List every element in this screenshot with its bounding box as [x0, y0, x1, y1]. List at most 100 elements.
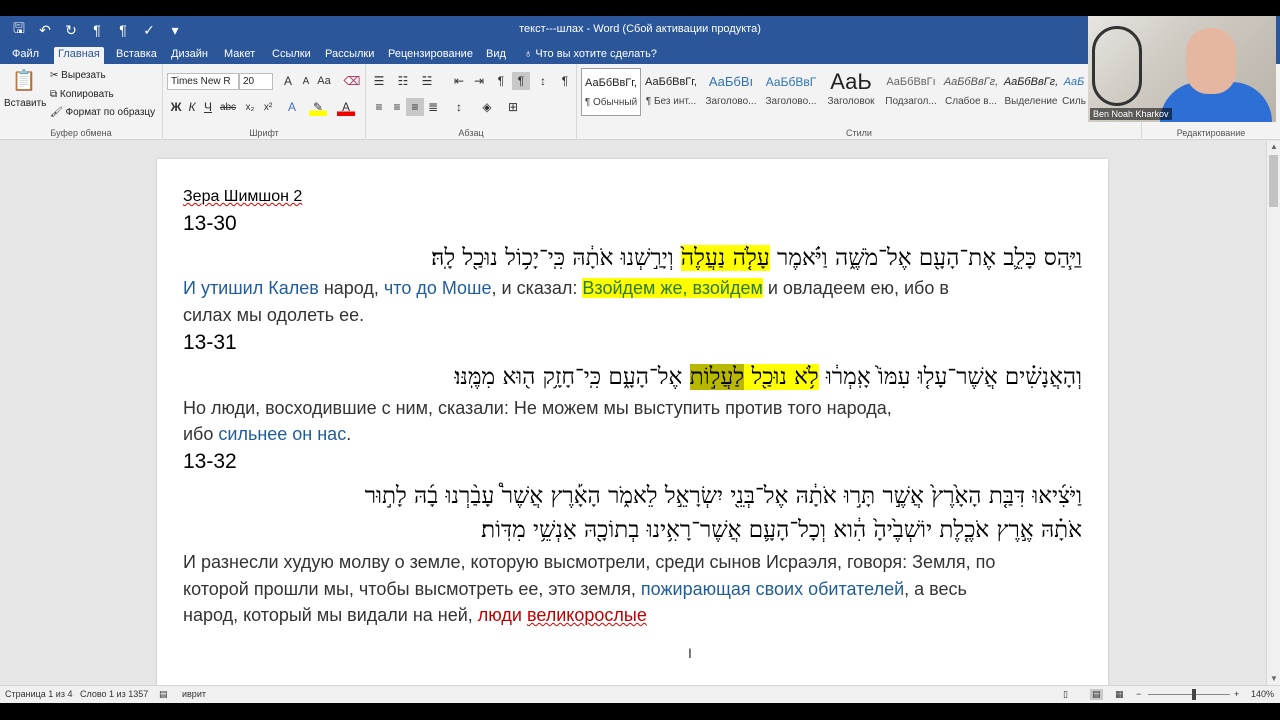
document-page[interactable]: Зера Шимшон 2 13-30 וַיַּ֧הַס כָּלֵ֛ב אֶ… [157, 159, 1108, 685]
style-emphasis[interactable]: АаБбВвГг, Выделение [1001, 68, 1061, 116]
style-heading-1[interactable]: АаБбВı Заголово... [701, 68, 761, 116]
superscript-icon[interactable]: x² [259, 98, 277, 116]
paste-button[interactable]: Вставить [4, 98, 46, 109]
style-preview: АаБ [1063, 76, 1085, 88]
tab-design[interactable]: Дизайн [167, 47, 212, 64]
decrease-indent-icon[interactable]: ⇤ [450, 72, 468, 90]
style-no-spacing[interactable]: АаБбВвГг, ¶ Без инт... [641, 68, 701, 116]
style-subtle-emphasis[interactable]: АаБбВвГг, Слабое в... [941, 68, 1001, 116]
zoom-out-icon[interactable]: − [1136, 689, 1141, 699]
styles-group-label: Стили [846, 128, 872, 138]
font-color-icon[interactable]: A [337, 98, 355, 116]
style-title[interactable]: АаЬ Заголовок [821, 68, 881, 116]
clear-formatting-icon[interactable]: ⌫ [343, 72, 361, 90]
align-right-icon[interactable]: ≡ [406, 98, 424, 116]
borders-icon[interactable]: ⊞ [504, 98, 522, 116]
tell-me-box[interactable]: ♁ Что вы хотите сделать? [520, 47, 661, 64]
style-preview: АаБбВı [708, 74, 754, 89]
style-normal[interactable]: АаБбВвГг, ¶ Обычный [581, 68, 641, 116]
blue-text: И утишил Калев [183, 278, 319, 298]
zoom-slider-thumb[interactable] [1192, 689, 1196, 700]
font-size-box[interactable]: 20 [239, 73, 273, 90]
word-count[interactable]: Слово 1 из 1357 [80, 689, 148, 699]
style-heading-2[interactable]: АаБбВвГ Заголово... [761, 68, 821, 116]
underline-button[interactable]: Ч [199, 98, 217, 116]
tab-home[interactable]: Главная [54, 47, 104, 64]
tab-view[interactable]: Вид [482, 47, 510, 64]
print-layout-icon[interactable]: ▤ [1090, 689, 1103, 700]
style-name: ¶ Обычный [584, 97, 638, 108]
cut-icon: ✂ [50, 70, 62, 81]
tab-references[interactable]: Ссылки [268, 47, 315, 64]
line-spacing-icon[interactable]: ↕ [450, 98, 468, 116]
tab-mailings[interactable]: Рассылки [321, 47, 378, 64]
zoom-in-icon[interactable]: + [1234, 689, 1239, 699]
vertical-scrollbar[interactable]: ▲ ▼ [1266, 141, 1280, 685]
rtl-icon[interactable]: ¶ [512, 72, 530, 90]
shading-icon[interactable]: ◈ [478, 98, 496, 116]
align-left-icon[interactable]: ≡ [370, 98, 388, 116]
read-mode-icon[interactable]: ▯ [1063, 689, 1068, 700]
justify-icon[interactable]: ≣ [424, 98, 442, 116]
font-name-box[interactable]: Times New R [167, 73, 239, 90]
increase-indent-icon[interactable]: ⇥ [470, 72, 488, 90]
hebrew-verse-32-line-2: אֹתָ֗הּ אֶ֣רֶץ אֹכֶ֤לֶת יוֹשְׁבֶ֙יהָ֙ הִ… [481, 517, 1082, 543]
page-count[interactable]: Страница 1 из 4 [5, 689, 72, 699]
paragraph-group: ☰ ☷ ☱ ⇤ ⇥ ¶ ¶ ↕ ¶ ≡ ≡ ≡ ≣ ↕ ◈ ⊞ Абзац [366, 64, 577, 140]
scroll-up-icon[interactable]: ▲ [1267, 141, 1280, 153]
ltr-icon[interactable]: ¶ [492, 72, 510, 90]
tab-review[interactable]: Рецензирование [384, 47, 477, 64]
tab-insert[interactable]: Вставка [112, 47, 161, 64]
hebrew-text: וַיַּ֧הַס כָּלֵ֛ב אֶת־הָעָ֖ם אֶל־מֹשֶׁ֑ה… [769, 245, 1082, 271]
text: народ, который мы видали на ней, [183, 605, 478, 625]
strikethrough-icon[interactable]: abc [219, 98, 237, 116]
highlighted-text: Взойдем же, взойдем [582, 278, 763, 298]
bullets-icon[interactable]: ☰ [370, 72, 388, 90]
font-group-label: Шрифт [249, 128, 279, 138]
shrink-font-icon[interactable]: A [297, 72, 315, 90]
style-intense-emphasis[interactable]: АаБ Силь [1061, 68, 1087, 116]
hebrew-verse-31: וְהָאֲנָשִׁ֗ים אֲשֶׁר־עָל֤וּ עִמּוֹ֙ אָֽ… [455, 364, 1082, 390]
document-area: Зера Шимшон 2 13-30 וַיַּ֧הַס כָּלֵ֛ב אֶ… [0, 141, 1266, 685]
text-effects-icon[interactable]: A [283, 98, 301, 116]
tab-layout[interactable]: Макет [220, 47, 259, 64]
russian-verse-31-line-2: ибо сильнее он нас. [183, 424, 351, 445]
show-marks-icon[interactable]: ¶ [556, 72, 574, 90]
zoom-slider[interactable] [1148, 694, 1230, 695]
sort-icon[interactable]: ↕ [534, 72, 552, 90]
style-subtitle[interactable]: АаБбВвГı Подзагол... [881, 68, 941, 116]
style-preview: АаБбВвГг, [1003, 76, 1059, 88]
proofing-icon[interactable]: ▤ [159, 689, 168, 700]
bottom-black-bar [0, 703, 1280, 720]
format-painter-button[interactable]: 🖌 Формат по образцу [50, 107, 155, 118]
paste-icon[interactable]: 📋 [12, 68, 37, 92]
language-indicator[interactable]: иврит [182, 689, 206, 699]
subscript-icon[interactable]: x₂ [241, 98, 259, 116]
numbering-icon[interactable]: ☷ [394, 72, 412, 90]
verse-number-30: 13-30 [183, 212, 237, 235]
hebrew-verse-30: וַיַּ֧הַס כָּלֵ֛ב אֶת־הָעָ֖ם אֶל־מֹשֶׁ֑ה… [431, 245, 1082, 271]
clipboard-group: 📋 Вставить ✂ Вырезать ⧉ Копировать 🖌 Фор… [0, 64, 163, 140]
text: народ, [318, 278, 384, 298]
text: ибо [183, 424, 219, 444]
heading-text: Зера Шимшон 2 [183, 188, 303, 205]
change-case-icon[interactable]: Aa [315, 72, 333, 90]
style-preview: АаБбВвГг, [645, 76, 697, 88]
scroll-down-icon[interactable]: ▼ [1267, 673, 1280, 685]
styles-group: АаБбВвГг, ¶ Обычный АаБбВвГг, ¶ Без инт...… [577, 64, 1142, 140]
scrollbar-thumb[interactable] [1269, 155, 1278, 207]
grow-font-icon[interactable]: A [279, 72, 297, 90]
copy-button[interactable]: ⧉ Копировать [50, 89, 114, 100]
cut-button[interactable]: ✂ Вырезать [50, 70, 106, 81]
russian-verse-31-line-1: Но люди, восходившие с ним, сказали: Не … [183, 398, 892, 418]
russian-verse-30-line-1: И утишил Калев народ, что до Моше, и ска… [183, 278, 949, 299]
web-layout-icon[interactable]: ▦ [1115, 689, 1124, 700]
hebrew-highlight: לֹ֥א נוּכַ֖ל [751, 364, 819, 390]
style-name: Выделение [1004, 96, 1058, 107]
tab-file[interactable]: Файл [8, 47, 43, 64]
zoom-level[interactable]: 140% [1251, 689, 1274, 699]
align-center-icon[interactable]: ≡ [388, 98, 406, 116]
verse-number-31: 13-31 [183, 331, 237, 354]
highlight-icon[interactable]: ✎ [309, 98, 327, 116]
multilevel-list-icon[interactable]: ☱ [418, 72, 436, 90]
